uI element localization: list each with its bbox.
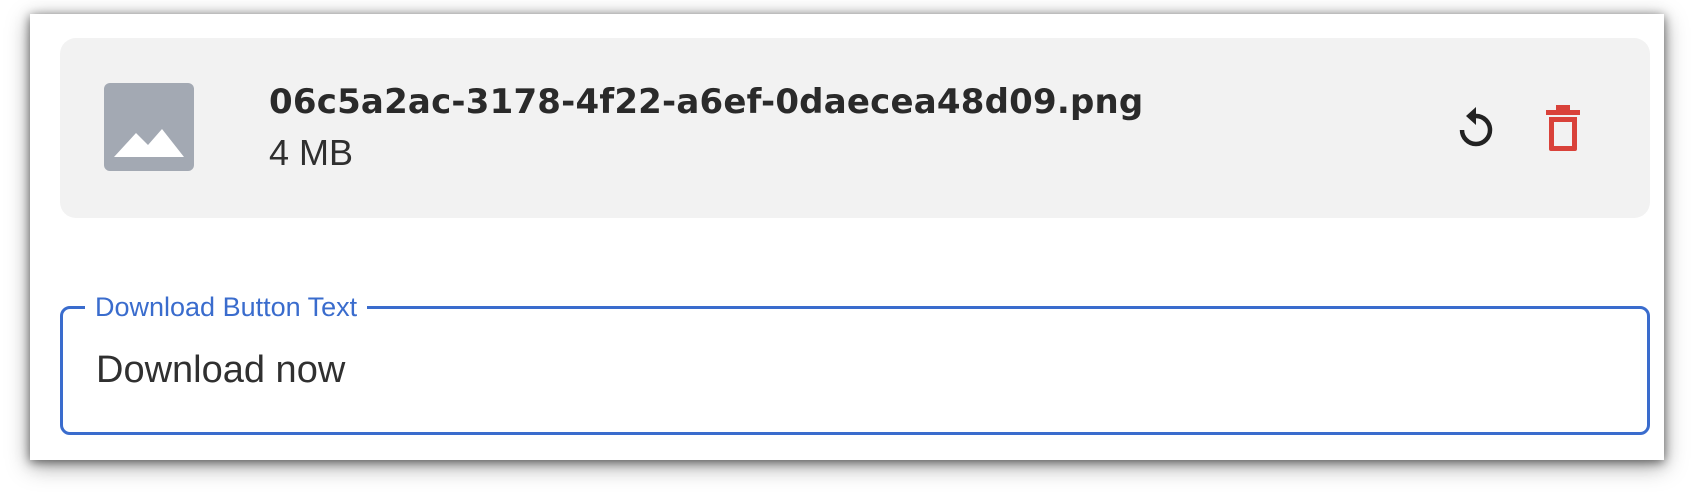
upload-panel: 06c5a2ac-3178-4f22-a6ef-0daecea48d09.png…: [30, 14, 1664, 460]
trash-icon: [1546, 105, 1580, 151]
field-label: Download Button Text: [95, 292, 358, 322]
reset-button[interactable]: [1450, 102, 1502, 154]
uploaded-file-card: 06c5a2ac-3178-4f22-a6ef-0daecea48d09.png…: [60, 38, 1650, 218]
stage: 06c5a2ac-3178-4f22-a6ef-0daecea48d09.png…: [0, 0, 1694, 492]
file-name: 06c5a2ac-3178-4f22-a6ef-0daecea48d09.png: [269, 82, 1144, 122]
download-button-text-input[interactable]: [96, 340, 1596, 400]
file-size: 4 MB: [269, 132, 354, 173]
download-button-text-field[interactable]: Download Button Text: [60, 294, 1650, 435]
delete-button[interactable]: [1537, 102, 1589, 154]
image-placeholder-icon: [104, 83, 194, 171]
rotate-ccw-icon: [1459, 107, 1493, 147]
